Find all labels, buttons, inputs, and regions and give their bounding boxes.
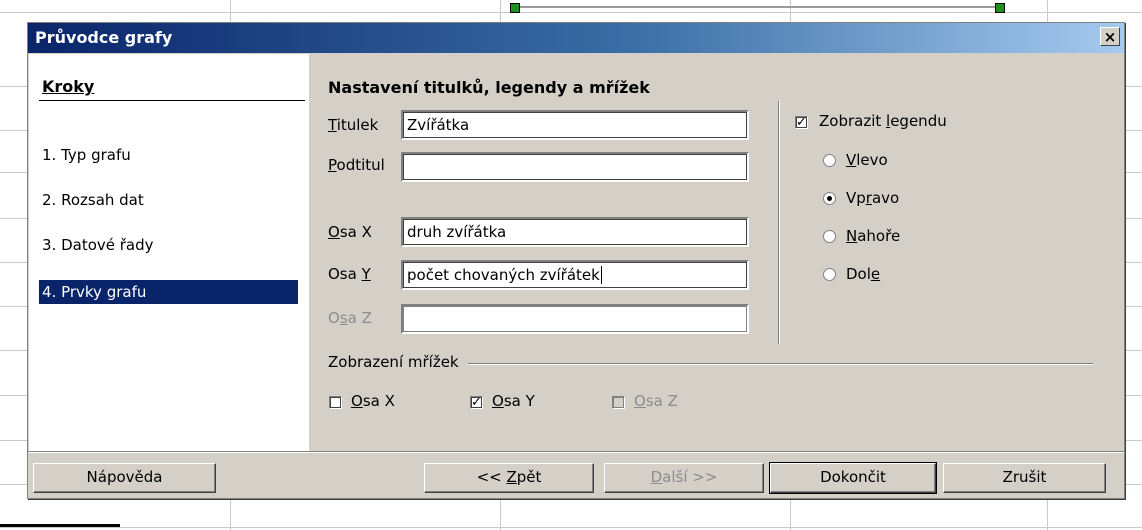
legend-bottom-label[interactable]: Dole <box>846 265 880 283</box>
x-axis-label: Osa X <box>328 223 372 241</box>
title-input[interactable]: Zvířátka <box>401 110 749 140</box>
title-label: Titulek <box>328 116 379 134</box>
vertical-divider <box>778 101 779 344</box>
row-gridline <box>0 527 1142 528</box>
close-icon: × <box>1103 28 1117 46</box>
help-button[interactable]: Nápověda <box>33 463 216 493</box>
grid-x-checkbox[interactable] <box>329 396 342 409</box>
title-bar[interactable]: Průvodce grafy × <box>28 23 1124 53</box>
steps-divider <box>39 100 305 101</box>
legend-bottom-radio[interactable] <box>823 268 836 281</box>
subtitle-input[interactable] <box>401 152 749 182</box>
legend-left-label[interactable]: Vlevo <box>846 151 888 169</box>
steps-panel: Kroky 1. Typ grafu 2. Rozsah dat 3. Dato… <box>29 54 309 451</box>
grids-group-line <box>468 363 1093 364</box>
finish-button[interactable]: Dokončit <box>769 462 937 494</box>
step-chart-type[interactable]: 1. Typ grafu <box>39 143 298 167</box>
steps-title: Kroky <box>42 77 95 96</box>
subtitle-label: Podtitul <box>328 156 385 174</box>
row-gridline <box>0 12 1142 13</box>
cancel-button[interactable]: Zrušit <box>943 463 1106 493</box>
dialog-title: Průvodce grafy <box>35 28 173 47</box>
show-legend-label[interactable]: Zobrazit legendu <box>819 112 947 130</box>
y-axis-label: Osa Y <box>328 265 371 283</box>
legend-top-label[interactable]: Nahoře <box>846 227 900 245</box>
chart-frame <box>510 6 995 8</box>
text-caret <box>600 266 602 284</box>
page-heading: Nastavení titulků, legendy a mřížek <box>328 78 650 97</box>
radio-selected-dot <box>827 196 832 201</box>
chart-resize-handle[interactable] <box>510 3 520 13</box>
legend-right-label[interactable]: Vpravo <box>846 189 899 207</box>
chart-resize-handle[interactable] <box>995 3 1005 13</box>
z-axis-label: Osa Z <box>328 309 372 327</box>
grids-group-label: Zobrazení mřížek <box>328 353 459 371</box>
step-data-series[interactable]: 3. Datové řady <box>39 233 298 257</box>
grid-z-checkbox <box>612 396 625 409</box>
next-button: Další >> <box>604 463 764 493</box>
grid-y-label[interactable]: Osa Y <box>492 392 535 410</box>
show-legend-checkbox[interactable]: ✓ <box>795 116 808 129</box>
chart-wizard-dialog: Průvodce grafy × Kroky 1. Typ grafu 2. R… <box>27 22 1125 499</box>
z-axis-input <box>401 304 749 334</box>
grid-y-checkbox[interactable]: ✓ <box>470 396 483 409</box>
cell-cursor <box>0 524 120 527</box>
grid-x-label[interactable]: Osa X <box>351 392 395 410</box>
legend-right-radio[interactable] <box>823 192 836 205</box>
close-button[interactable]: × <box>1100 27 1120 46</box>
y-axis-value: počet chovaných zvířátek <box>407 266 600 284</box>
step-chart-elements[interactable]: 4. Prvky grafu <box>39 280 298 304</box>
button-bar-divider <box>28 451 1124 452</box>
x-axis-input[interactable]: druh zvířátka <box>401 217 749 247</box>
legend-top-radio[interactable] <box>823 230 836 243</box>
back-button[interactable]: << Zpět <box>424 463 594 493</box>
step-data-range[interactable]: 2. Rozsah dat <box>39 188 298 212</box>
grid-z-label: Osa Z <box>634 392 678 410</box>
y-axis-input[interactable]: počet chovaných zvířátek <box>401 260 749 290</box>
legend-left-radio[interactable] <box>823 154 836 167</box>
